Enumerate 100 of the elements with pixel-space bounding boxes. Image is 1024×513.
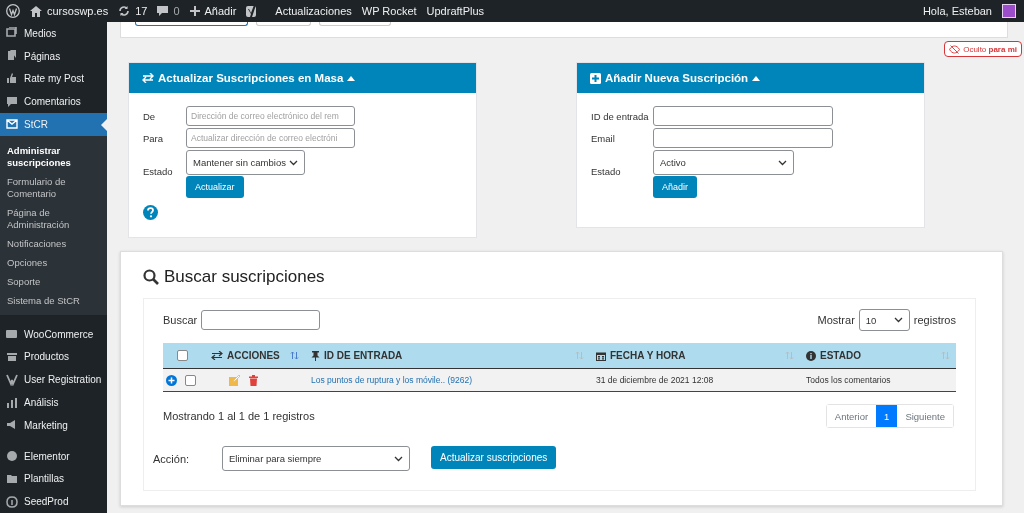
table-cell: Todos los comentarios [806, 375, 891, 385]
admin-bar-link[interactable]: Actualizaciones [275, 5, 352, 17]
column-header[interactable]: ESTADO [820, 350, 861, 361]
hidden-badge[interactable]: Oculto para mi [944, 41, 1022, 57]
megaphone-icon [6, 419, 18, 432]
chevron-down-icon [289, 159, 298, 166]
panel-title: Añadir Nueva Suscripción [605, 72, 749, 84]
plus-icon [189, 6, 200, 16]
text-field[interactable] [653, 106, 833, 126]
panel-title: Actualizar Suscripciones en Masa [158, 72, 344, 84]
pin-icon [311, 350, 320, 361]
trash-icon[interactable] [249, 374, 258, 386]
menu-item[interactable]: WooCommerce [0, 322, 107, 346]
menu-item[interactable]: Rate my Post [0, 67, 107, 91]
search-label: Buscar [163, 314, 198, 326]
site-link[interactable]: cursoswp.es [30, 5, 109, 17]
field-label: Estado [591, 166, 622, 179]
circle-icon [6, 450, 18, 463]
submenu-item[interactable]: Opciones [0, 253, 107, 273]
checkbox[interactable] [185, 374, 196, 386]
comments-link[interactable]: 0 [157, 5, 180, 17]
envelope-icon [6, 118, 18, 131]
info-icon [806, 350, 816, 361]
action-select[interactable]: Eliminar para siempre [222, 446, 410, 471]
submenu-item[interactable]: Notificaciones [0, 234, 107, 254]
submenu-item[interactable]: Sistema de StCR [0, 291, 107, 311]
checkbox[interactable] [177, 350, 188, 361]
admin-bar-link[interactable]: UpdraftPlus [426, 5, 485, 17]
page-size-select[interactable]: 10 [858, 309, 910, 331]
submenu-item[interactable]: Formulario de Comentario [0, 172, 107, 204]
button[interactable] [135, 22, 248, 26]
sort-icon[interactable] [290, 351, 299, 360]
field-label: Email [591, 132, 616, 144]
text-field[interactable]: Dirección de correo electrónico del rem [186, 106, 355, 126]
panel-header[interactable]: Añadir Nueva Suscripción [577, 63, 924, 93]
summary-text: Mostrando 1 al 1 de 1 registros [163, 410, 315, 422]
calendar-icon [596, 350, 606, 361]
menu-item[interactable]: SeedProd [0, 490, 107, 513]
updates-link[interactable]: 17 [118, 5, 148, 17]
expand-icon[interactable] [166, 374, 177, 386]
show-label: Mostrar [817, 314, 855, 326]
eye-off-icon [949, 44, 961, 54]
arrows-icon [211, 351, 223, 360]
menu-item[interactable]: Páginas [0, 44, 107, 68]
submenu-item[interactable]: Soporte [0, 272, 107, 292]
status-select[interactable]: Activo [653, 150, 794, 175]
plus-square-icon [590, 72, 601, 84]
help-icon[interactable] [143, 205, 158, 220]
page-button[interactable]: 1 [876, 405, 898, 427]
section-title: Buscar suscripciones [164, 267, 325, 287]
thumbs-up-icon [6, 72, 18, 85]
submit-button[interactable]: Actualizar [186, 176, 244, 198]
column-header[interactable]: ID DE ENTRADA [324, 350, 403, 361]
column-header[interactable]: ACCIONES [227, 350, 280, 361]
menu-item[interactable]: StCR [0, 113, 107, 136]
chevron-down-icon [778, 159, 787, 166]
media-icon [6, 27, 18, 40]
text-field[interactable] [653, 128, 833, 148]
update-button[interactable]: Actualizar suscripciones [431, 446, 557, 469]
panel-header[interactable]: Actualizar Suscripciones en Masa [129, 63, 476, 93]
menu-item[interactable]: Plantillas [0, 467, 107, 491]
records-label: registros [913, 314, 956, 326]
wordpress-logo-icon[interactable] [6, 4, 20, 18]
action-label: Acción: [153, 452, 191, 465]
menu-item[interactable]: Productos [0, 345, 107, 369]
greeting[interactable]: Hola, Esteban [922, 5, 992, 17]
search-field[interactable] [201, 310, 321, 330]
submenu-item[interactable]: Administrar suscripciones [0, 141, 107, 173]
submit-button[interactable]: Añadir [653, 176, 697, 198]
menu-item[interactable]: Elementor [0, 444, 107, 468]
menu-item[interactable]: Análisis [0, 391, 107, 414]
table-cell: 31 de diciembre de 2021 12:08 [596, 375, 714, 385]
comment-icon [6, 95, 18, 108]
bar-chart-icon [6, 396, 18, 409]
box-icon [6, 350, 18, 363]
comment-icon [157, 5, 169, 17]
field-label: ID de entrada [591, 110, 650, 122]
new-link[interactable]: Añadir [189, 5, 237, 17]
status-select[interactable]: Mantener sin cambios [186, 150, 305, 175]
field-label: Para [143, 132, 165, 144]
swap-arrows-icon [142, 73, 154, 83]
avatar[interactable] [1002, 4, 1016, 18]
menu-item[interactable]: Comentarios [0, 90, 107, 114]
text-field[interactable]: Actualizar dirección de correo electróni [186, 128, 355, 148]
chevron-down-icon [394, 455, 403, 462]
home-icon [30, 5, 42, 17]
submenu-item[interactable]: Página de Administración [0, 203, 107, 235]
caret-up-icon [752, 75, 761, 81]
admin-bar-link[interactable]: WP Rocket [361, 5, 417, 17]
edit-icon[interactable] [229, 374, 240, 386]
post-link[interactable]: Los puntos de ruptura y los móvile.. (9262) [311, 375, 473, 385]
field-label: De [143, 110, 157, 122]
menu-item[interactable]: User Registration [0, 368, 107, 392]
field-label: Estado [143, 166, 174, 179]
menu-item[interactable]: Marketing [0, 413, 107, 437]
chevron-down-icon [893, 317, 903, 323]
refresh-icon [118, 5, 131, 17]
column-header[interactable]: FECHA Y HORA [610, 350, 686, 361]
badge-text: Oculto para mi [963, 44, 1017, 54]
menu-item[interactable]: Medios [0, 22, 107, 45]
